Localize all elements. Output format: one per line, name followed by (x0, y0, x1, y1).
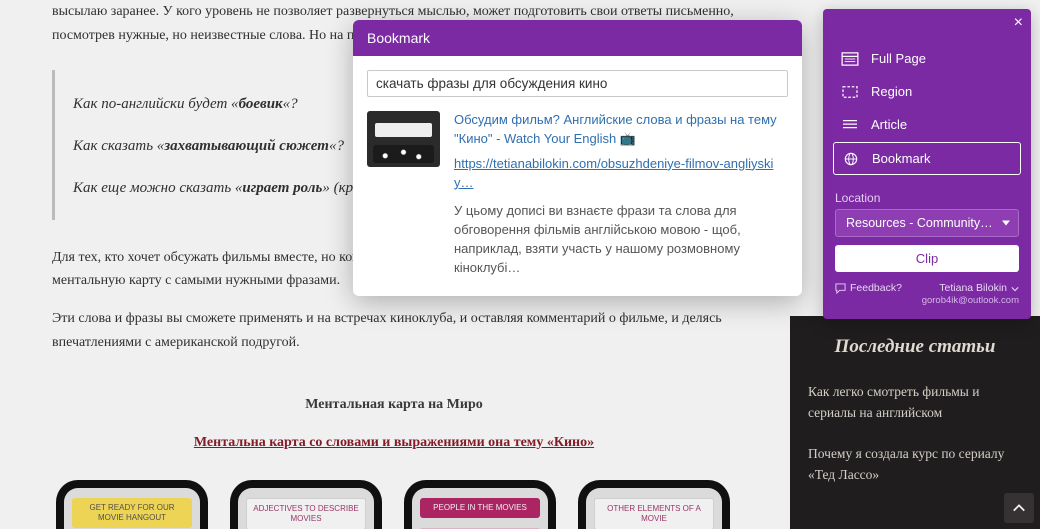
clip-button[interactable]: Clip (835, 245, 1019, 272)
phone-card: People in the movies (420, 498, 540, 518)
bookmark-url[interactable]: https://tetianabilokin.com/obsuzhdeniye-… (454, 155, 788, 193)
phone-mock: People in the movies (404, 480, 556, 529)
quote-text: Как еще можно сказать « (73, 180, 242, 196)
phone-mock: GET READY FOR OUR MOVIE HANGOUT (56, 480, 208, 529)
fullpage-icon (841, 52, 859, 66)
phone-mockups: GET READY FOR OUR MOVIE HANGOUT ADJECTIV… (52, 480, 736, 529)
phone-mock: ADJECTIVES TO DESCRIBE MOVIES (230, 480, 382, 529)
region-icon (841, 85, 859, 99)
quote-text: «? (329, 138, 344, 154)
mode-label: Region (871, 84, 912, 99)
text: ментальную карту с самыми нужными фразам… (52, 273, 340, 288)
quote-bold: играет роль (242, 180, 322, 196)
close-icon[interactable]: × (1014, 15, 1023, 31)
quote-text: Как сказать « (73, 138, 164, 154)
phone-card: ADJECTIVES TO DESCRIBE MOVIES (246, 498, 366, 529)
mode-article[interactable]: Article (833, 109, 1021, 140)
feedback-link[interactable]: Feedback? (835, 282, 902, 294)
miro-link-wrap: Ментальна карта со словами и выражениями… (52, 431, 736, 455)
clipper-panel: × Full Page Region Article Bookmark Loca… (823, 9, 1031, 319)
sidebar-post-link[interactable]: Как легко смотреть фильмы и сериалы на а… (808, 382, 1022, 424)
phone-card: Other elements of a movie (594, 498, 714, 529)
bookmark-title-input[interactable] (367, 70, 788, 97)
quote-text: «? (283, 96, 298, 112)
bookmark-meta: Обсудим фильм? Английские слова и фразы … (454, 111, 788, 278)
quote-text: Как по-английски будет « (73, 96, 239, 112)
globe-icon (842, 152, 860, 166)
recent-posts-sidebar: Последние статьи Как легко смотреть филь… (790, 316, 1040, 529)
chevron-up-icon (1012, 501, 1026, 515)
miro-title: Ментальная карта на Миро (52, 393, 736, 417)
bookmark-body: Обсудим фильм? Английские слова и фразы … (353, 56, 802, 296)
quote-bold: боевик (239, 96, 283, 112)
mode-region[interactable]: Region (833, 76, 1021, 107)
bookmark-header: Bookmark (353, 20, 802, 56)
bookmark-description: У цьому дописі ви взнаєте фрази та слова… (454, 202, 788, 277)
bookmark-thumbnail (367, 111, 440, 167)
location-select[interactable]: Resources - Community > Le… (835, 209, 1019, 237)
mode-fullpage[interactable]: Full Page (833, 43, 1021, 74)
phone-mock: Other elements of a movie (578, 480, 730, 529)
article-paragraph: Эти слова и фразы вы сможете применять и… (52, 307, 736, 355)
article-icon (841, 118, 859, 132)
bookmark-popup: Bookmark Обсудим фильм? Английские слова… (353, 20, 802, 296)
bookmark-preview-row: Обсудим фильм? Английские слова и фразы … (367, 111, 788, 278)
chevron-down-icon (1011, 285, 1019, 293)
comment-icon (835, 283, 846, 294)
feedback-label: Feedback? (850, 282, 902, 294)
quote-bold: захватывающий сюжет (164, 138, 329, 154)
back-to-top-button[interactable] (1004, 493, 1034, 523)
mode-label: Full Page (871, 51, 926, 66)
phone-card: GET READY FOR OUR MOVIE HANGOUT (72, 498, 192, 527)
sidebar-title: Последние статьи (808, 336, 1022, 358)
account-email: gorob4ik@outlook.com (922, 295, 1019, 307)
page-root: высылаю заранее. У кого уровень не позво… (0, 0, 1040, 529)
miro-link[interactable]: Ментальна карта со словами и выражениями… (194, 435, 594, 450)
mode-label: Article (871, 117, 907, 132)
sidebar-post-link[interactable]: Почему я создала курс по сериалу «Тед Ла… (808, 444, 1022, 486)
bookmark-page-title: Обсудим фильм? Английские слова и фразы … (454, 111, 788, 149)
mode-bookmark[interactable]: Bookmark (833, 142, 1021, 175)
account-menu[interactable]: Tetiana Bilokin gorob4ik@outlook.com (922, 282, 1019, 307)
location-label: Location (823, 181, 1031, 209)
clip-modes: Full Page Region Article Bookmark (823, 9, 1031, 181)
account-name: Tetiana Bilokin (939, 282, 1007, 295)
clipper-footer: Feedback? Tetiana Bilokin gorob4ik@outlo… (823, 272, 1031, 307)
mode-label: Bookmark (872, 151, 931, 166)
